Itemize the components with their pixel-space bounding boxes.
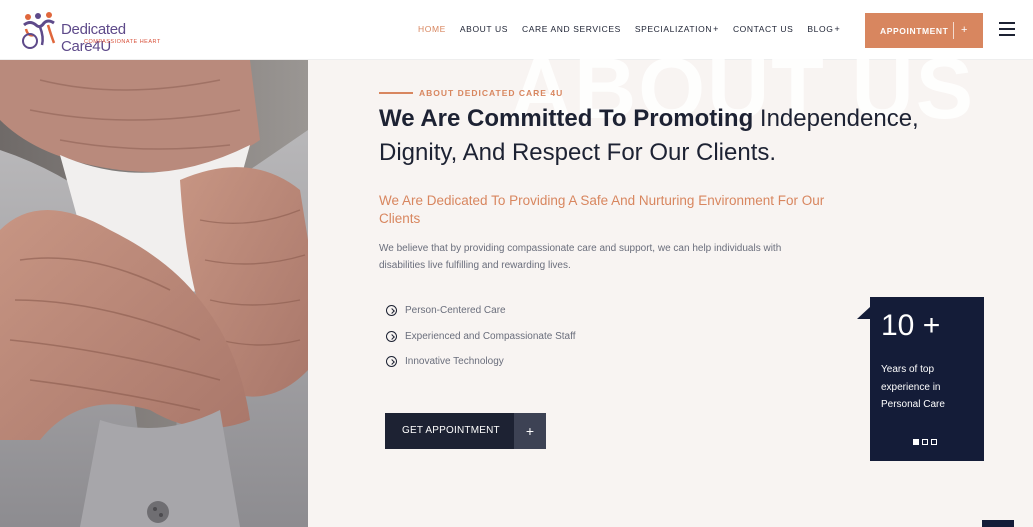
nav-about-us[interactable]: ABOUT US — [460, 24, 508, 34]
hamburger-line — [999, 28, 1015, 30]
nav-contact-us-label: CONTACT US — [732, 24, 794, 34]
feature-label: Experienced and Compassionate Staff — [405, 330, 576, 342]
brand-name: Dedicated Care4U — [61, 21, 126, 55]
appointment-button-label: APPOINTMENT — [880, 26, 949, 36]
elderly-hands-image — [0, 60, 308, 527]
experience-number: 10 + — [881, 309, 941, 342]
hamburger-icon[interactable] — [999, 22, 1015, 36]
list-item: Experienced and Compassionate Staff — [386, 324, 575, 350]
nav-blog[interactable]: BLOG+ — [807, 24, 840, 34]
plus-icon: + — [961, 24, 969, 36]
experience-description: Years of top experience in Personal Care — [881, 364, 945, 410]
eyebrow-text: ABOUT DEDICATED CARE 4U — [419, 88, 564, 98]
plus-icon: + — [713, 24, 719, 34]
headline-bold: We Are Committed To Promoting — [379, 105, 754, 132]
list-item: Person-Centered Care — [386, 298, 575, 324]
slider-dot[interactable] — [922, 439, 928, 445]
nav-specialization-label: SPECIALIZATION — [634, 24, 713, 34]
site-logo[interactable]: Dedicated Care4U COMPASSIONATE HEART — [18, 9, 178, 55]
get-appointment-label: GET APPOINTMENT — [402, 425, 500, 436]
feature-label: Person-Centered Care — [405, 305, 506, 317]
about-headline: We Are Committed To Promoting Independen… — [379, 102, 939, 170]
feature-list: Person-Centered Care Experienced and Com… — [386, 298, 575, 375]
experience-card: 10 + Years of top experience in Personal… — [870, 297, 984, 461]
nav-care-services-label: CARE AND SERVICES — [522, 24, 621, 34]
nav-specialization[interactable]: SPECIALIZATION+ — [635, 24, 719, 34]
nav-about-us-label: ABOUT US — [459, 24, 509, 34]
plus-icon: + — [514, 413, 546, 449]
main-nav: HOME ABOUT US CARE AND SERVICES SPECIALI… — [418, 24, 854, 34]
chevron-circle-icon — [386, 330, 397, 342]
card-notch — [857, 307, 870, 319]
plus-icon: + — [834, 24, 841, 34]
slider-dot[interactable] — [913, 439, 919, 445]
slider-dot[interactable] — [931, 439, 937, 445]
scroll-to-top-button[interactable] — [982, 520, 1014, 527]
about-subheading: We Are Dedicated To Providing A Safe And… — [379, 193, 825, 226]
nav-contact-us[interactable]: CONTACT US — [733, 24, 793, 34]
logo-figures-icon — [22, 12, 56, 49]
about-paragraph: We believe that by providing compassiona… — [379, 243, 782, 271]
nav-home[interactable]: HOME — [418, 24, 446, 34]
brand-tagline: COMPASSIONATE HEART — [84, 39, 161, 45]
slider-dots — [913, 439, 937, 445]
appointment-divider — [953, 22, 954, 39]
hamburger-line — [999, 22, 1015, 24]
eyebrow-line — [379, 92, 413, 94]
section-eyebrow: ABOUT DEDICATED CARE 4U — [379, 88, 563, 98]
feature-label: Innovative Technology — [405, 356, 504, 368]
nav-blog-label: BLOG — [807, 24, 834, 34]
chevron-circle-icon — [386, 356, 397, 368]
nav-home-label: HOME — [418, 24, 446, 34]
list-item: Innovative Technology — [386, 349, 575, 375]
hamburger-line — [999, 34, 1015, 36]
get-appointment-button[interactable]: GET APPOINTMENT + — [385, 413, 546, 449]
hero-photo — [0, 60, 308, 527]
nav-care-and-services[interactable]: CARE AND SERVICES — [522, 24, 621, 34]
chevron-circle-icon — [386, 305, 397, 317]
